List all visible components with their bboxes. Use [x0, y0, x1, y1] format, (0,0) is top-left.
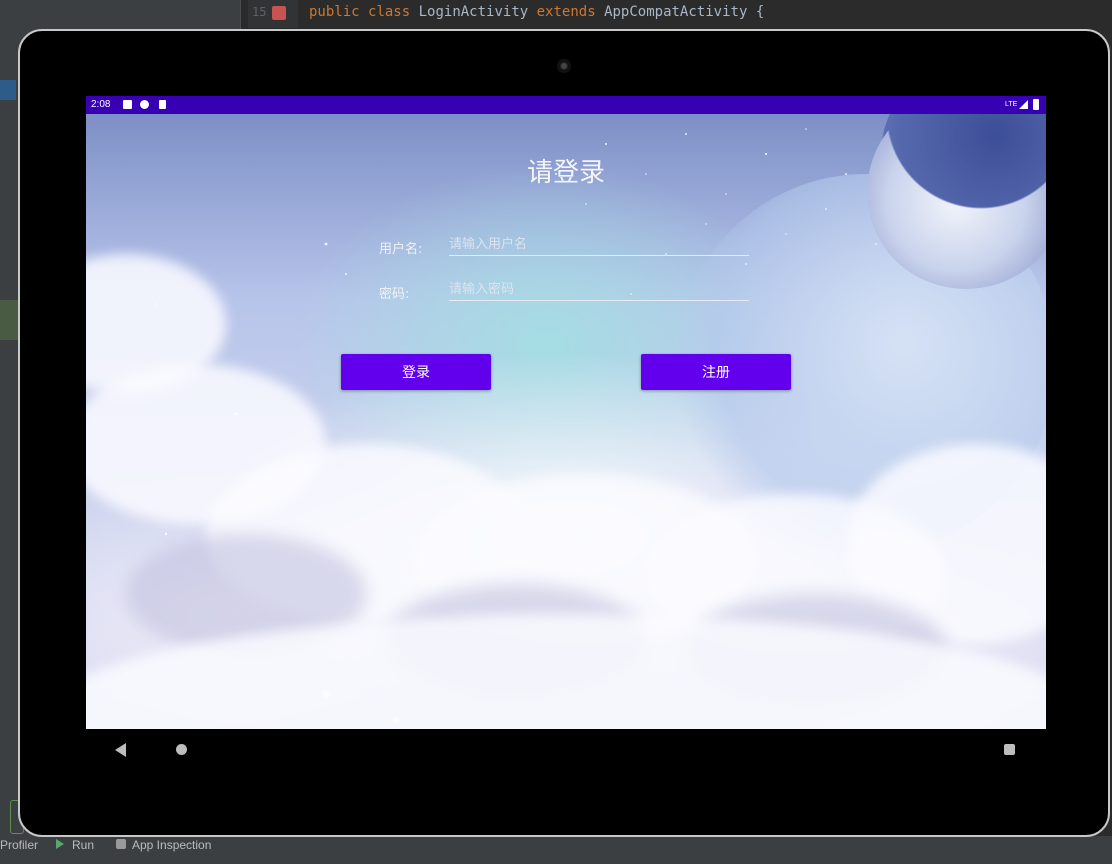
profiler-tab[interactable]: Profiler — [0, 838, 38, 852]
code-keyword: extends — [536, 4, 596, 20]
a-icon — [123, 100, 132, 109]
register-button[interactable]: 注册 — [641, 354, 791, 390]
app-inspection-icon — [116, 839, 126, 849]
ide-sidebar-highlight — [0, 300, 20, 340]
network-type: LTE — [1005, 101, 1018, 108]
code-brace: { — [755, 4, 765, 20]
code-line[interactable]: public class LoginActivity extends AppCo… — [309, 4, 764, 20]
sd-card-icon — [159, 100, 166, 109]
app-inspection-tab[interactable]: App Inspection — [132, 838, 211, 852]
code-keyword: class — [368, 4, 411, 20]
code-parent-class: AppCompatActivity — [604, 4, 748, 20]
line-number: 15 — [252, 5, 267, 19]
password-label: 密码: — [379, 287, 410, 302]
recents-icon[interactable] — [1004, 744, 1015, 755]
password-input[interactable] — [449, 279, 749, 301]
globe-icon — [140, 100, 149, 109]
page-title: 请登录 — [526, 158, 605, 188]
login-button[interactable]: 登录 — [341, 354, 491, 390]
signal-icon — [1019, 100, 1028, 109]
home-icon[interactable] — [176, 744, 187, 755]
camera-icon — [557, 59, 571, 73]
battery-icon — [1033, 99, 1039, 110]
status-bar: 2:08 LTE — [86, 96, 1046, 114]
run-icon — [56, 839, 64, 849]
code-keyword: public — [309, 4, 360, 20]
status-time: 2:08 — [91, 99, 111, 110]
run-tab[interactable]: Run — [72, 838, 94, 852]
class-run-icon[interactable] — [272, 6, 286, 20]
username-label: 用户名: — [379, 242, 423, 257]
username-input[interactable] — [449, 234, 749, 256]
ide-sidebar-tab[interactable] — [0, 80, 16, 100]
back-icon[interactable] — [115, 743, 126, 757]
login-screen: 请登录 用户名: 密码: 登录 注册 — [86, 114, 1046, 729]
code-class-name: LoginActivity — [418, 4, 529, 20]
device-screen: 2:08 LTE 请登录 用户名: 请输入用户名 密码: 登录 注册 — [86, 96, 1046, 729]
